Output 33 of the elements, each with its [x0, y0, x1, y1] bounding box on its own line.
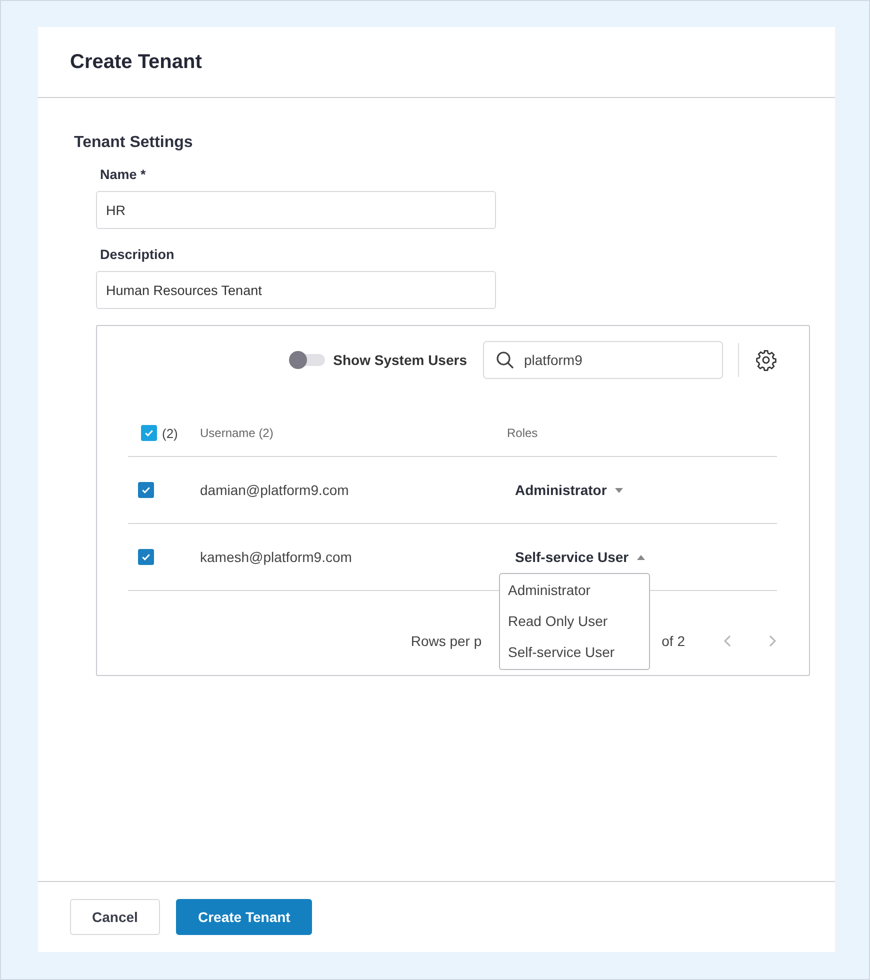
menu-item[interactable]: Administrator — [500, 575, 649, 606]
field-label: Description — [100, 247, 176, 262]
cancel-button[interactable]: Cancel — [70, 899, 160, 935]
checkbox[interactable] — [138, 549, 154, 565]
field-label: Name * — [100, 167, 147, 182]
settings-icon[interactable] — [755, 349, 777, 371]
menu-item[interactable]: Self-service User — [500, 637, 649, 668]
role-dropdown[interactable]: Self-service User — [507, 549, 645, 565]
toggle-label: Show System Users — [333, 352, 467, 368]
menu-item[interactable]: Read Only User — [500, 606, 649, 637]
check-icon — [140, 551, 152, 563]
check-icon — [143, 427, 155, 439]
checkbox[interactable] — [141, 425, 157, 441]
check-icon — [140, 484, 152, 496]
caret-icon — [636, 554, 645, 560]
toggle-switch[interactable] — [291, 354, 326, 366]
dialog-title: Create Tenant — [70, 50, 202, 74]
input-field[interactable]: HR — [96, 191, 496, 229]
role-dropdown[interactable]: Administrator — [507, 482, 623, 498]
create-button[interactable]: Create Tenant — [176, 899, 312, 935]
search-icon — [496, 351, 514, 369]
username-cell: kamesh@platform9.com — [200, 549, 352, 565]
input-field[interactable]: Human Resources Tenant — [96, 271, 496, 309]
search-field[interactable]: platform9 — [483, 341, 723, 379]
column-header: Username (2) — [200, 426, 274, 440]
page-range: of 2 — [662, 633, 685, 649]
column-header: Roles — [507, 426, 538, 440]
rows-per-page-label: Rows per p — [410, 633, 482, 649]
caret-icon — [614, 488, 623, 492]
section-title: Tenant Settings — [74, 134, 194, 152]
username-cell: damian@platform9.com — [200, 482, 349, 498]
selected-count: (2) — [162, 426, 178, 440]
checkbox[interactable] — [138, 482, 154, 498]
